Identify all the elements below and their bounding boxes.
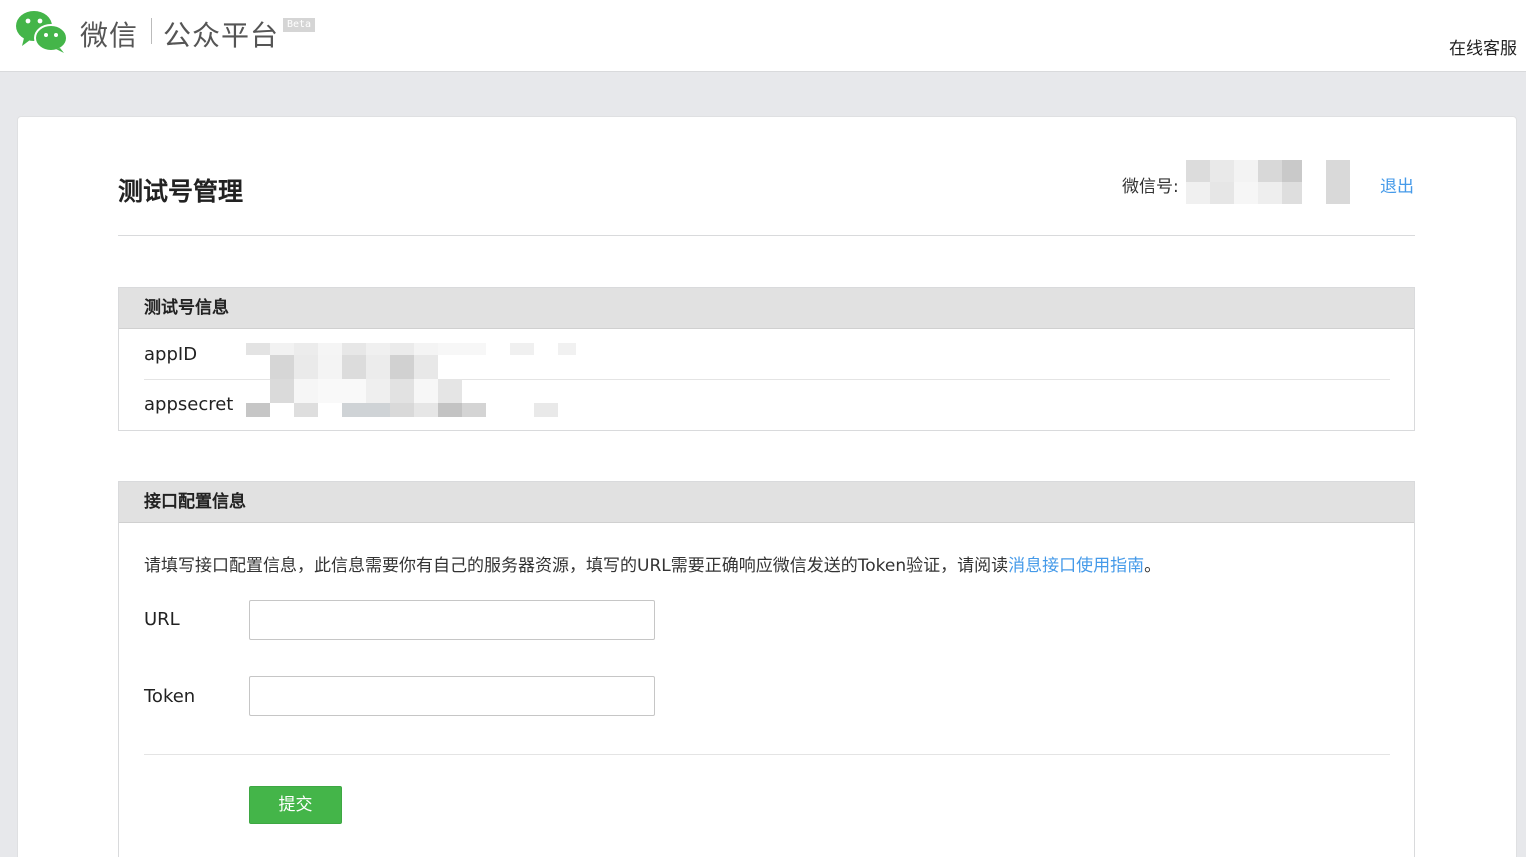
logout-link[interactable]: 退出 xyxy=(1380,172,1414,197)
url-input[interactable] xyxy=(249,600,655,640)
config-description-suffix: 。 xyxy=(1144,556,1162,576)
token-label: Token xyxy=(144,686,196,707)
main-card: 测试号管理 微信号: 退出 测试号信息 appID appsecret 接口配置… xyxy=(17,116,1517,857)
page-title: 测试号管理 xyxy=(118,177,244,206)
test-account-heading: 测试号信息 xyxy=(119,288,1414,329)
account-label: 微信号: xyxy=(1122,177,1179,197)
config-description: 请填写接口配置信息，此信息需要你有自己的服务器资源，填写的URL需要正确响应微信… xyxy=(144,551,1161,576)
message-interface-guide-link[interactable]: 消息接口使用指南 xyxy=(1008,556,1144,576)
redacted-account-id xyxy=(1186,160,1352,204)
appsecret-label: appsecret xyxy=(144,394,234,415)
online-support-link[interactable]: 在线客服 xyxy=(1449,34,1517,59)
config-description-text: 请填写接口配置信息，此信息需要你有自己的服务器资源，填写的URL需要正确响应微信… xyxy=(144,556,1009,576)
brand-wechat: 微信 xyxy=(80,19,139,52)
wechat-logo-icon[interactable] xyxy=(14,8,70,54)
top-bar: 微信 公众平台 Beta 在线客服 xyxy=(0,0,1526,72)
url-label: URL xyxy=(144,609,180,630)
form-divider xyxy=(144,754,1390,755)
submit-button[interactable]: 提交 xyxy=(249,786,342,824)
test-account-panel: 测试号信息 appID appsecret xyxy=(118,287,1415,431)
title-divider xyxy=(118,235,1415,236)
token-input[interactable] xyxy=(249,676,655,716)
brand-platform: 公众平台 xyxy=(163,19,280,52)
brand-separator xyxy=(151,18,152,44)
interface-config-heading: 接口配置信息 xyxy=(119,482,1414,523)
appid-label: appID xyxy=(144,344,198,365)
interface-config-panel: 接口配置信息 请填写接口配置信息，此信息需要你有自己的服务器资源，填写的URL需… xyxy=(118,481,1415,857)
redacted-credentials xyxy=(246,343,576,417)
beta-badge: Beta xyxy=(283,18,316,32)
